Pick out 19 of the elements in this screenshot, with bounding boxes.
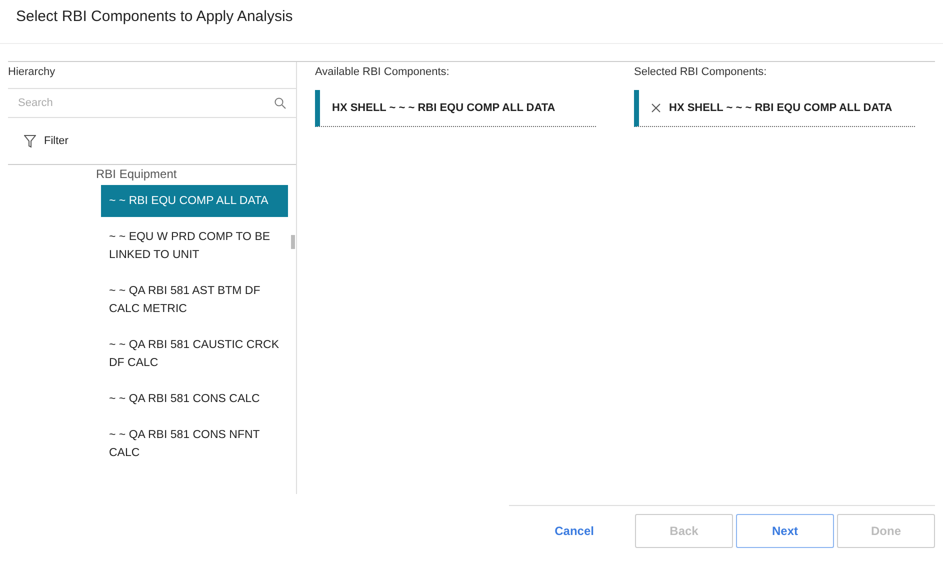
scrollbar-thumb[interactable] (291, 235, 295, 249)
filter-icon[interactable] (24, 134, 36, 148)
dialog-title: Select RBI Components to Apply Analysis (0, 0, 943, 44)
hierarchy-label: Hierarchy (8, 65, 56, 80)
component-card[interactable]: HX SHELL ~ ~ ~ RBI EQU COMP ALL DATA (634, 90, 915, 127)
filter-button[interactable]: Filter (44, 135, 68, 147)
tree-parent-item[interactable]: RBI Equipment (96, 167, 296, 181)
panel-label: Available RBI Components: (315, 65, 450, 80)
panel-label: Selected RBI Components: (634, 65, 768, 80)
component-card[interactable]: HX SHELL ~ ~ ~ RBI EQU COMP ALL DATA (315, 90, 596, 127)
tree-item[interactable]: ~ ~ EQU W PRD COMP TO BE LINKED TO UNIT (101, 221, 288, 271)
close-icon[interactable] (651, 103, 661, 113)
tree-item[interactable]: ~ ~ QA RBI 581 CONS NFNT CALC (101, 419, 288, 469)
tree-item[interactable]: ~ ~ RBI EQU COMP ALL DATA (101, 185, 288, 217)
footer-button[interactable]: Next (736, 514, 834, 548)
tree-item[interactable]: ~ ~ QA RBI 581 CONS CALC (101, 383, 288, 415)
tree-item[interactable]: ~ ~ QA RBI 581 CAUSTIC CRCK DF CALC (101, 329, 288, 379)
search-icon[interactable] (274, 97, 286, 109)
tree-item[interactable]: ~ ~ QA RBI 581 AST BTM DF CALC METRIC (101, 275, 288, 325)
